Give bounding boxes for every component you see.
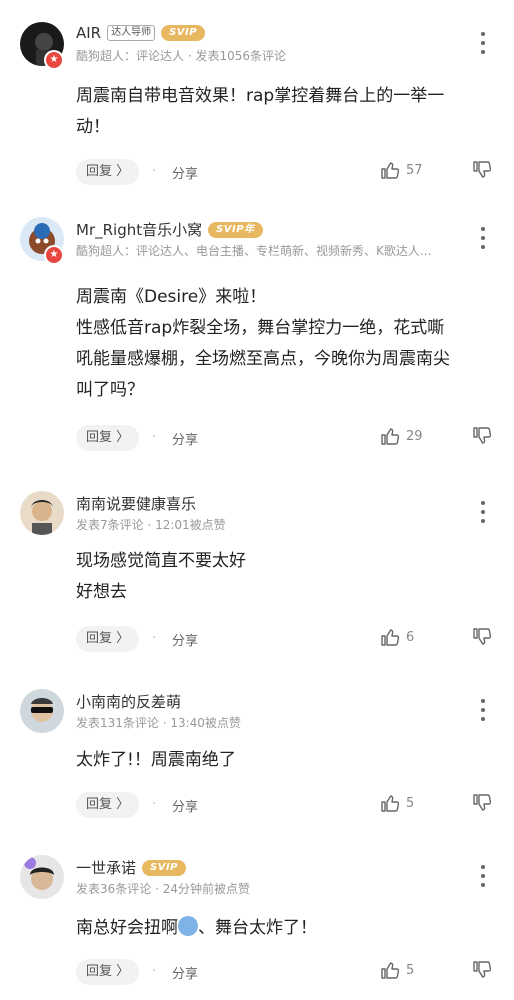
comment-text: 周震南自带电音效果！rap掌控着舞台上的一举一 动！ bbox=[76, 81, 496, 143]
thumb-down-icon[interactable] bbox=[472, 160, 492, 180]
comment-line: 现场感觉简直不要太好 bbox=[76, 551, 246, 571]
reply-button[interactable]: 回复 〉 bbox=[76, 792, 140, 818]
comment-actions: 回复 〉 · 分享 5 bbox=[76, 792, 496, 820]
thumb-down-icon[interactable] bbox=[472, 960, 492, 980]
reply-button[interactable]: 回复 〉 bbox=[76, 159, 140, 185]
username[interactable]: 小南南的反差萌 bbox=[76, 691, 181, 712]
comment-actions: 回复 〉 · 分享 5 bbox=[76, 959, 496, 987]
thumb-down-icon[interactable] bbox=[472, 627, 492, 647]
separator: · bbox=[152, 964, 157, 979]
share-button[interactable]: 分享 bbox=[172, 429, 198, 448]
thumb-down-icon[interactable] bbox=[472, 426, 492, 446]
svip-badge: SVIP bbox=[142, 859, 187, 876]
comment-actions: 回复 〉 · 分享 29 bbox=[76, 425, 496, 453]
more-vertical-icon[interactable] bbox=[480, 699, 486, 721]
thumb-up-icon bbox=[381, 629, 400, 646]
like-count: 5 bbox=[406, 962, 415, 978]
comment-text: 现场感觉简直不要太好 好想去 bbox=[76, 546, 496, 608]
avatar[interactable] bbox=[20, 855, 64, 899]
avatar[interactable] bbox=[20, 689, 64, 733]
comment-text: 南总好会扭啊 、舞台太炸了！ bbox=[76, 913, 496, 944]
like-button[interactable]: 5 bbox=[380, 793, 414, 813]
like-button[interactable]: 57 bbox=[380, 160, 423, 180]
comment-text-part: 、舞台太炸了！ bbox=[198, 918, 317, 938]
comment-line: 叫了吗？ bbox=[76, 380, 144, 400]
thumb-up-icon bbox=[381, 795, 400, 812]
share-button[interactable]: 分享 bbox=[172, 796, 198, 815]
reply-button[interactable]: 回复 〉 bbox=[76, 626, 140, 652]
avatar[interactable] bbox=[20, 491, 64, 535]
comment-line: 吼能量感爆棚，全场燃至高点，今晚你为周震南尖 bbox=[76, 349, 450, 369]
comment-meta: 发表7条评论 · 12:01被点赞 bbox=[76, 518, 226, 532]
comment-line: 太炸了!！周震南绝了 bbox=[76, 750, 236, 770]
separator: · bbox=[152, 797, 157, 812]
more-vertical-icon[interactable] bbox=[480, 865, 486, 887]
like-count: 6 bbox=[406, 629, 415, 645]
more-vertical-icon[interactable] bbox=[480, 501, 486, 523]
thumb-up-icon bbox=[381, 162, 400, 179]
comment-line: 性感低音rap炸裂全场，舞台掌控力一绝，花式嘶 bbox=[76, 318, 445, 338]
comment-line: 周震南自带电音效果！rap掌控着舞台上的一举一 bbox=[76, 86, 445, 106]
comment-actions: 回复 〉 · 分享 57 bbox=[76, 159, 496, 187]
comment-line: 好想去 bbox=[76, 582, 127, 602]
star-badge-icon: ★ bbox=[44, 50, 64, 70]
svip-badge: SVIP bbox=[161, 25, 206, 41]
username[interactable]: AIR bbox=[76, 24, 101, 42]
comment-meta: 酷狗超人：评论达人 · 发表1056条评论 bbox=[76, 49, 286, 63]
like-button[interactable]: 5 bbox=[380, 960, 414, 980]
comment-text: 周震南《Desire》来啦！ 性感低音rap炸裂全场，舞台掌控力一绝，花式嘶 吼… bbox=[76, 282, 496, 406]
like-button[interactable]: 6 bbox=[380, 627, 414, 647]
comment-meta: 酷狗超人：评论达人、电台主播、专栏萌新、视频新秀、K歌达人... bbox=[76, 244, 432, 258]
comment-meta: 发表131条评论 · 13:40被点赞 bbox=[76, 716, 241, 730]
separator: · bbox=[152, 631, 157, 646]
share-button[interactable]: 分享 bbox=[172, 963, 198, 982]
comment-actions: 回复 〉 · 分享 6 bbox=[76, 626, 496, 654]
svip-badge: SVIP年 bbox=[208, 221, 263, 238]
comment-line: 周震南《Desire》来啦！ bbox=[76, 287, 267, 307]
star-badge-icon: ★ bbox=[44, 245, 64, 265]
more-vertical-icon[interactable] bbox=[480, 32, 486, 54]
scared-face-emoji-icon bbox=[178, 916, 198, 936]
comment-line: 南总好会扭啊 、舞台太炸了！ bbox=[76, 913, 496, 944]
share-button[interactable]: 分享 bbox=[172, 163, 198, 182]
thumb-up-icon bbox=[381, 428, 400, 445]
like-button[interactable]: 29 bbox=[380, 426, 423, 446]
reply-button[interactable]: 回复 〉 bbox=[76, 425, 140, 451]
thumb-up-icon bbox=[381, 962, 400, 979]
separator: · bbox=[152, 430, 157, 445]
comment-meta: 发表36条评论 · 24分钟前被点赞 bbox=[76, 882, 250, 896]
like-count: 57 bbox=[406, 162, 423, 178]
thumb-down-icon[interactable] bbox=[472, 793, 492, 813]
username[interactable]: 南南说要健康喜乐 bbox=[76, 493, 196, 514]
separator: · bbox=[152, 164, 157, 179]
username[interactable]: Mr_Right音乐小窝 bbox=[76, 219, 202, 240]
like-count: 29 bbox=[406, 428, 423, 444]
comment-line: 动！ bbox=[76, 117, 110, 137]
share-button[interactable]: 分享 bbox=[172, 630, 198, 649]
title-tag: 达人导师 bbox=[107, 25, 156, 41]
like-count: 5 bbox=[406, 795, 415, 811]
more-vertical-icon[interactable] bbox=[480, 227, 486, 249]
comment-text: 太炸了!！周震南绝了 bbox=[76, 745, 496, 776]
reply-button[interactable]: 回复 〉 bbox=[76, 959, 140, 985]
username[interactable]: 一世承诺 bbox=[76, 857, 136, 878]
comment-text-part: 南总好会扭啊 bbox=[76, 918, 178, 938]
